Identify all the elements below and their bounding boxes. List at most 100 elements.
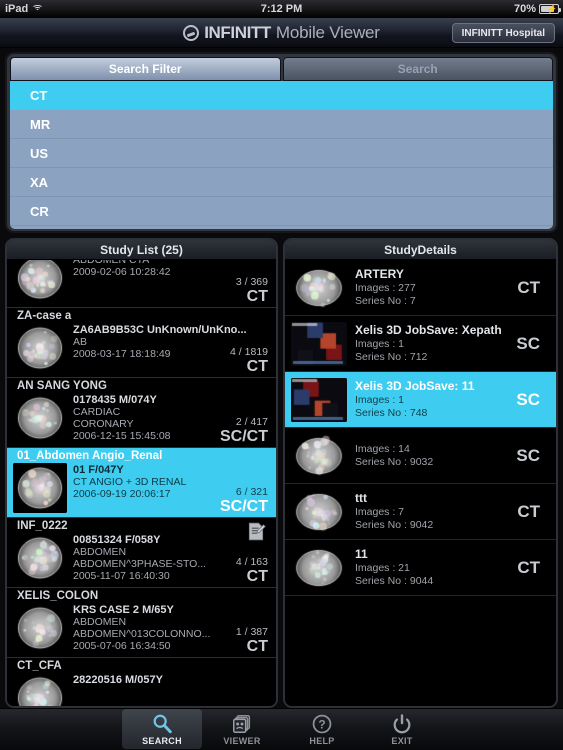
study-details-row[interactable]: Images : 14 Series No : 9032 SC [285,428,556,484]
study-list-row[interactable]: ABDOMEN CTA 2009-02-06 10:28:42 3 / 369 CT [7,260,276,308]
report-icon[interactable] [246,521,266,542]
study-image-count: 2 / 417 [235,416,268,428]
study-list-scroll[interactable]: ABDOMEN CTA 2009-02-06 10:28:42 3 / 369 CT Z… [7,260,276,706]
app-logo: INFINITT Mobile Viewer [183,23,380,43]
study-details-scroll[interactable]: ARTERY Images : 277 Series No : 7 CT Xelis 3… [285,260,556,706]
battery-charging-icon: ⚡ [539,4,561,14]
app-title-bold: INFINITT [204,22,271,42]
study-list-row[interactable]: 01_Abdomen Angio_Renal 01 F/047Y CT ANGIO … [7,448,276,518]
status-clock: 7:12 PM [260,3,303,15]
study-modality: CT [246,358,268,375]
series-image-count: Images : 1 [355,338,405,350]
series-image-count: Images : 21 [355,562,410,574]
study-image-count: 4 / 163 [235,556,268,568]
study-list-panel: Study List (25) ABDOMEN CTA 2009-02-06 10… [5,238,278,708]
series-number: Series No : 9032 [355,455,434,468]
study-list-row[interactable]: XELIS_COLON KRS CASE 2 M/65Y ABDOMEN ABDOME… [7,588,276,658]
study-patient-id: 00851324 F/058Y [73,534,161,546]
tab-search-label: SEARCH [142,735,182,746]
tab-viewer-button[interactable]: VIEWER [202,709,282,749]
series-modality: SC [516,333,540,353]
study-patient-id: 01 F/047Y [73,464,124,476]
study-thumbnail [13,260,67,303]
tab-exit-button[interactable]: EXIT [362,709,442,749]
image-stack-icon [231,713,253,735]
study-row-name: 01_Abdomen Angio_Renal [17,450,163,462]
filter-option-ct[interactable]: CT [10,81,553,110]
tab-viewer-label: VIEWER [223,735,261,746]
study-details-row[interactable]: ARTERY Images : 277 Series No : 7 CT [285,260,556,316]
series-modality: CT [517,277,540,297]
tab-help-label: HELP [309,735,335,746]
series-modality: SC [516,389,540,409]
filter-option-cr[interactable]: CR [10,197,553,226]
series-thumbnail [291,265,347,310]
magnifier-icon [151,713,173,735]
study-modality: CT [246,638,268,655]
study-image-count: 3 / 369 [235,276,268,288]
series-number: Series No : 748 [355,407,428,419]
study-list-title: Study List (25) [7,240,276,260]
filter-tabs: Search Filter Search [10,57,553,81]
filter-option-list[interactable]: CT MR US XA CR [10,81,553,229]
tab-search-filter[interactable]: Search Filter [10,57,281,81]
series-image-count: Images : 14 [355,442,410,455]
question-circle-icon: ? [311,713,333,735]
filter-option-us[interactable]: US [10,139,553,168]
series-thumbnail [291,489,347,534]
app-root: iPad 7:12 PM 70% ⚡ INFINITT Mobile Viewe… [0,0,563,750]
search-filter-panel: Search Filter Search CT MR US XA CR [5,52,558,233]
series-number: Series No : 712 [355,351,428,363]
study-details-row[interactable]: ttt Images : 7 Series No : 9042 CT [285,484,556,540]
series-thumbnail [291,377,347,422]
study-details-row[interactable]: Xelis 3D JobSave: Xepath Images : 1 Series… [285,316,556,372]
series-thumbnail [291,433,347,478]
series-thumbnail [291,321,347,366]
series-modality: CT [517,557,540,577]
study-details-row[interactable]: Xelis 3D JobSave: 11 Images : 1 Series No … [285,372,556,428]
study-modality: CT [246,568,268,585]
svg-text:?: ? [318,717,325,731]
app-title-light: Mobile Viewer [275,22,380,42]
study-row-name: CT_CFA [17,660,62,672]
study-thumbnail [13,393,67,443]
tab-search-button[interactable]: SEARCH [122,709,202,749]
study-details-row[interactable]: 11 Images : 21 Series No : 9044 CT [285,540,556,596]
study-patient-id: ZA6AB9B53C UnKnown/UnKno... [73,324,247,336]
tab-search[interactable]: Search [282,57,553,81]
study-list-row[interactable]: ZA-case a ZA6AB9B53C UnKnown/UnKno... AB 20… [7,308,276,378]
tab-exit-label: EXIT [391,735,413,746]
study-patient-id: 0178435 M/074Y [73,394,157,406]
series-number: Series No : 9042 [355,519,434,531]
series-title: ttt [355,491,367,505]
series-title: Xelis 3D JobSave: Xepath [355,323,502,337]
study-thumbnail [13,603,67,653]
tab-help-button[interactable]: ? HELP [282,709,362,749]
study-row-name: XELIS_COLON [17,590,99,602]
study-patient-id: 28220516 M/057Y [73,674,163,686]
study-details-panel: StudyDetails ARTERY Images : 277 Series No… [283,238,558,708]
study-patient-id: KRS CASE 2 M/65Y [73,604,174,616]
filter-list-padding [10,226,553,229]
study-thumbnail [13,463,67,513]
study-image-count: 1 / 387 [235,626,268,638]
power-icon [391,713,413,735]
study-list-row[interactable]: AN SANG YONG 0178435 M/074Y CARDIAC CORONAR… [7,378,276,448]
study-list-row[interactable]: CT_CFA 28220516 M/057Y [7,658,276,706]
series-image-count: Images : 277 [355,282,416,294]
study-row-name: INF_0222 [17,520,68,532]
series-thumbnail [291,545,347,590]
ios-status-bar: iPad 7:12 PM 70% ⚡ [0,0,563,18]
study-image-count: 4 / 1819 [230,346,268,358]
series-modality: CT [517,501,540,521]
filter-option-mr[interactable]: MR [10,110,553,139]
hospital-button[interactable]: INFINITT Hospital [451,23,555,43]
study-row-name: AN SANG YONG [17,380,107,392]
study-list-row[interactable]: INF_0222 00851324 F/058Y ABDOMEN ABDOMEN^3P… [7,518,276,588]
series-title: Xelis 3D JobSave: 11 [355,379,475,393]
filter-option-xa[interactable]: XA [10,168,553,197]
app-title-bar: INFINITT Mobile Viewer INFINITT Hospital [0,18,563,48]
study-modality: SC/CT [220,498,268,515]
series-number: Series No : 7 [355,295,416,307]
series-title: ARTERY [355,267,404,281]
